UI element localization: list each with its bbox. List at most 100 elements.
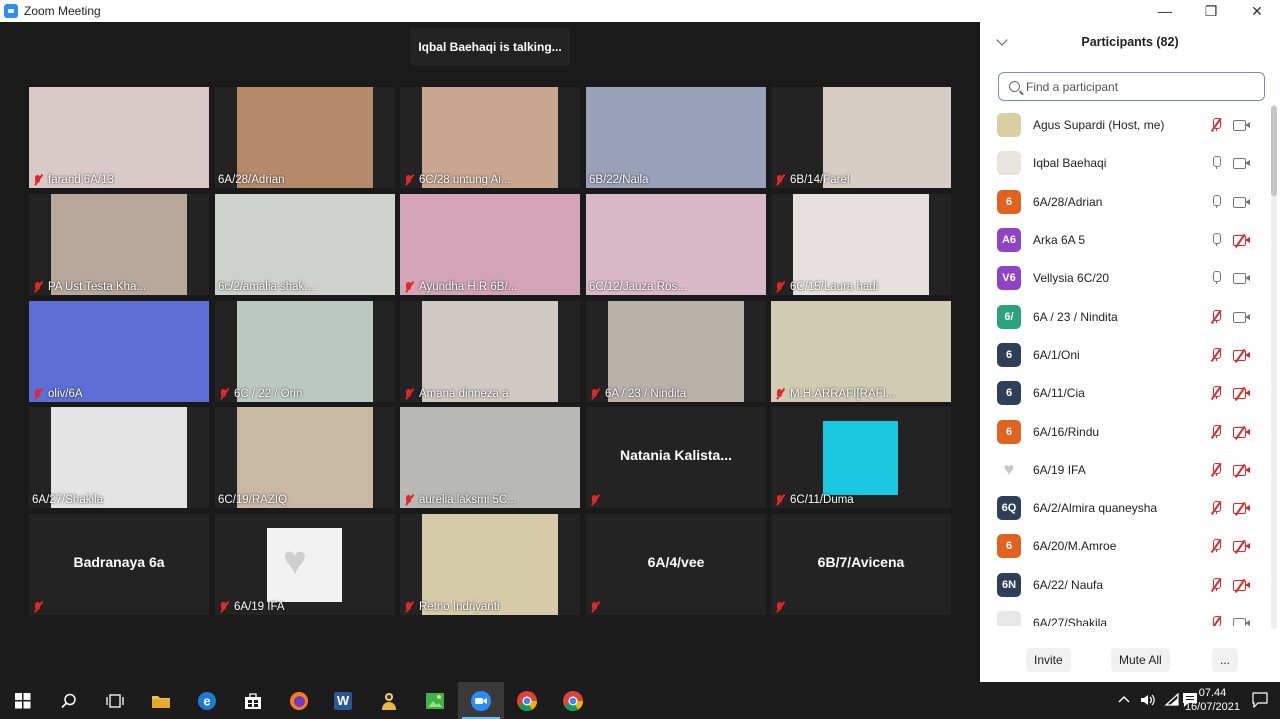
video-tile[interactable]: 6B/7/Avicena (771, 514, 951, 615)
mic-muted-icon[interactable] (1209, 462, 1223, 477)
taskbar-app-user[interactable] (366, 682, 412, 719)
video-tile[interactable]: 6c/2/amalia shak... (215, 194, 395, 295)
video-feed (771, 301, 951, 402)
more-options-button[interactable]: ... (1212, 648, 1239, 672)
video-tile[interactable]: ♥ 6A/19 IFA (215, 514, 395, 615)
video-tile[interactable]: 6C/19/RAZIQ (215, 407, 395, 508)
mic-muted-icon[interactable] (1209, 539, 1223, 554)
video-tile[interactable]: Amana dinneza a (400, 301, 580, 402)
participant-row[interactable]: 6Q 6A/2/Almira quaneysha (980, 489, 1268, 527)
video-tile[interactable]: 6A/28/Adrian (215, 87, 395, 188)
video-tile[interactable]: M.H.ARRAFI[RAFI... (771, 301, 951, 402)
mute-all-button[interactable]: Mute All (1111, 648, 1170, 672)
participant-row[interactable]: 6 6A/16/Rindu (980, 412, 1268, 450)
participant-status (1209, 347, 1250, 363)
restore-button[interactable]: ❐ (1188, 0, 1234, 22)
video-tile[interactable]: 6B/14/Farel (771, 87, 951, 188)
taskbar-chrome-2[interactable] (550, 682, 596, 719)
taskbar-word[interactable]: W (320, 682, 366, 719)
video-tile[interactable]: 6C/15/Laura hadi (771, 194, 951, 295)
video-off-icon[interactable] (1233, 540, 1250, 555)
windows-start-button[interactable] (0, 682, 46, 719)
mic-icon[interactable] (1209, 194, 1223, 209)
participant-row[interactable]: 6 6A/11/Cia (980, 374, 1268, 412)
taskbar-photos[interactable] (412, 682, 458, 719)
tile-name: 6A/28/Adrian (218, 174, 285, 186)
participant-row[interactable]: 6N 6A/22/ Naufa (980, 566, 1268, 604)
video-tile[interactable]: 6C/28 untung Ai... (400, 87, 580, 188)
video-off-icon[interactable] (1233, 386, 1250, 401)
video-tile[interactable]: 6C/11/Duma (771, 407, 951, 508)
video-tile[interactable]: Retno Indriyanti (400, 514, 580, 615)
video-tile[interactable]: 6A/4/vee (586, 514, 766, 615)
mic-muted-icon (32, 281, 44, 293)
video-icon[interactable] (1233, 157, 1250, 170)
taskbar-file-explorer[interactable] (138, 682, 184, 719)
video-tile[interactable]: 6A / 23 / Nindita (586, 301, 766, 402)
participant-row[interactable]: 6A/27/Shakila (980, 604, 1268, 626)
video-tile[interactable]: 6A/27/Shakila (29, 407, 209, 508)
video-tile[interactable]: oliv/6A (29, 301, 209, 402)
video-off-icon[interactable] (1233, 348, 1250, 363)
volume-icon[interactable] (1140, 693, 1156, 707)
video-tile[interactable]: PA Ust Testa Kha... (29, 194, 209, 295)
video-tile[interactable]: farand 6A/13 (29, 87, 209, 188)
search-input[interactable] (1026, 79, 1246, 94)
video-tile[interactable]: aurelia laksmi 5C... (400, 407, 580, 508)
video-off-icon[interactable] (1233, 233, 1250, 248)
video-icon[interactable] (1233, 617, 1250, 626)
video-off-icon[interactable] (1233, 463, 1250, 478)
taskbar-chrome-1[interactable] (504, 682, 550, 719)
mic-muted-icon[interactable] (1209, 347, 1223, 362)
taskbar-zoom[interactable] (458, 682, 504, 719)
video-tile[interactable]: 6C / 22 / Orin (215, 301, 395, 402)
mic-icon[interactable] (1209, 156, 1223, 170)
participant-row[interactable]: 6 6A/20/M.Amroe (980, 527, 1268, 565)
minimize-button[interactable]: — (1142, 0, 1188, 22)
scrollbar-thumb[interactable] (1271, 106, 1277, 196)
mic-icon[interactable] (1209, 271, 1223, 285)
system-clock[interactable]: 07.44 16/07/2021 (1185, 686, 1240, 714)
participant-row[interactable]: ♥ 6A/19 IFA (980, 451, 1268, 489)
video-icon[interactable] (1233, 272, 1250, 285)
mic-muted-icon[interactable] (1209, 615, 1223, 626)
taskbar-search-button[interactable] (46, 682, 92, 719)
video-off-icon[interactable] (1233, 578, 1250, 593)
video-tile[interactable]: 6B/22/Naila (586, 87, 766, 188)
chevron-up-icon[interactable] (1118, 694, 1130, 704)
participant-row[interactable]: 6 6A/28/Adrian (980, 183, 1268, 221)
notification-icon[interactable] (1252, 692, 1268, 708)
wifi-icon[interactable] (1164, 693, 1180, 707)
close-button[interactable]: ✕ (1234, 0, 1280, 22)
mic-muted-icon[interactable] (1209, 424, 1223, 439)
mic-muted-icon[interactable] (1209, 385, 1223, 400)
video-tile[interactable]: Badranaya 6a (29, 514, 209, 615)
mic-muted-icon[interactable] (1209, 309, 1223, 324)
participant-row[interactable]: A6 Arka 6A 5 (980, 221, 1268, 259)
taskbar-firefox[interactable] (276, 682, 322, 719)
avatar: 6Q (997, 496, 1021, 521)
invite-button[interactable]: Invite (1026, 648, 1071, 672)
video-tile[interactable]: Ayundha H.R 6B/... (400, 194, 580, 295)
participant-row[interactable]: Agus Supardi (Host, me) (980, 106, 1268, 144)
mic-icon[interactable] (1209, 233, 1223, 247)
participant-row[interactable]: V6 Vellysia 6C/20 (980, 259, 1268, 297)
participant-search[interactable] (998, 72, 1265, 101)
participant-row[interactable]: 6 6A/1/Oni (980, 336, 1268, 374)
video-icon[interactable] (1233, 119, 1250, 132)
mic-muted-icon[interactable] (1209, 577, 1223, 592)
video-icon[interactable] (1233, 311, 1250, 323)
video-off-icon[interactable] (1233, 425, 1250, 440)
mic-muted-icon[interactable] (1209, 500, 1223, 515)
clock-time: 07.44 (1198, 687, 1227, 699)
participant-row[interactable]: 6/6A / 23 / Nindita (980, 297, 1268, 335)
participant-row[interactable]: Iqbal Baehaqi (980, 144, 1268, 182)
taskbar-edge[interactable]: e (184, 682, 230, 719)
taskbar-store[interactable] (230, 682, 276, 719)
video-tile[interactable]: Natania Kalista... (586, 407, 766, 508)
mic-muted-icon[interactable] (1209, 117, 1223, 132)
video-off-icon[interactable] (1233, 501, 1250, 516)
task-view-button[interactable] (92, 682, 138, 719)
video-icon[interactable] (1233, 196, 1250, 208)
video-tile[interactable]: 6C/12/Jauza Ros... (586, 194, 766, 295)
